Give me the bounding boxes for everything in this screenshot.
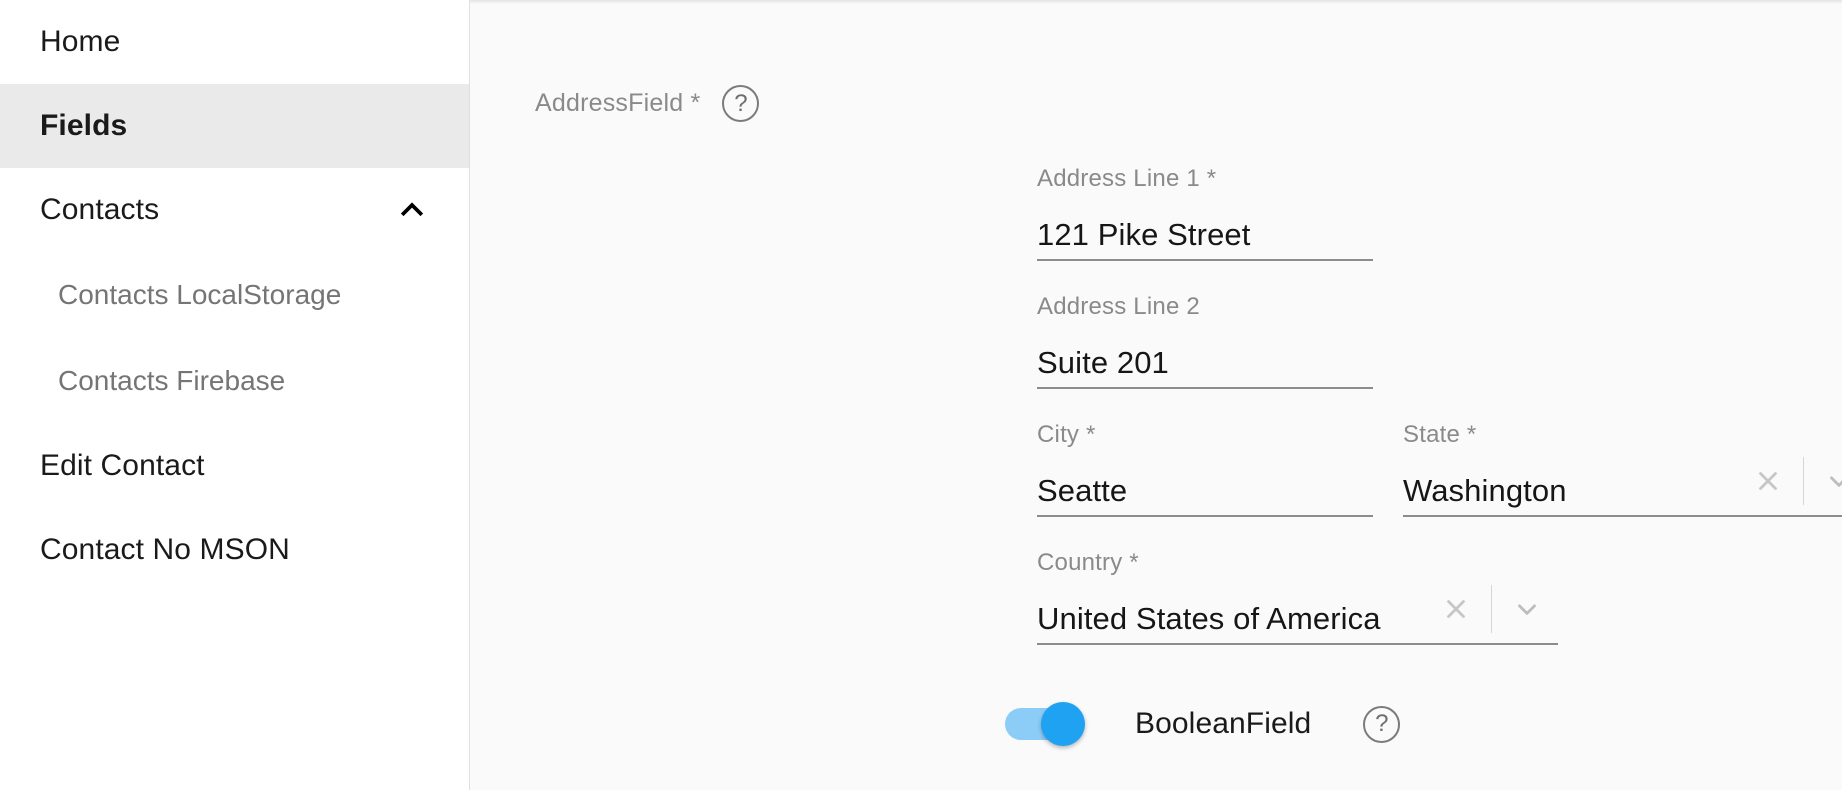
input-underline	[1037, 259, 1373, 261]
sidebar-item-contact-no-mson[interactable]: Contact No MSON	[0, 508, 469, 592]
boolean-field-label: BooleanField	[1135, 707, 1311, 741]
toggle-thumb	[1041, 702, 1085, 746]
sidebar-item-edit-contact[interactable]: Edit Contact	[0, 424, 469, 508]
select-divider	[1803, 457, 1804, 505]
field-label: City *	[1037, 421, 1373, 449]
app-root: Home Fields Contacts Contacts LocalStora…	[0, 0, 1842, 790]
chevron-down-icon[interactable]	[1822, 464, 1842, 498]
chevron-up-icon[interactable]	[395, 193, 429, 227]
field-value: 121 Pike Street	[1037, 216, 1250, 261]
chevron-down-icon[interactable]	[1510, 592, 1544, 626]
select-divider	[1491, 585, 1492, 633]
sidebar-item-contacts-firebase[interactable]: Contacts Firebase	[0, 338, 469, 424]
field-label: Country *	[1037, 549, 1558, 577]
field-city: City * Seatte	[1037, 421, 1373, 517]
boolean-field-toggle[interactable]	[1005, 700, 1087, 748]
country-select-controls	[1439, 585, 1544, 633]
sidebar-item-label: Contacts LocalStorage	[58, 279, 341, 311]
input-underline	[1037, 515, 1373, 517]
field-address-line-2: Address Line 2 Suite 201	[1037, 293, 1373, 389]
sidebar-item-contacts-localstorage[interactable]: Contacts LocalStorage	[0, 252, 469, 338]
main-content: AddressField * ? Address Line 1 * 121 Pi…	[470, 0, 1842, 790]
help-circle-icon[interactable]: ?	[1363, 706, 1400, 743]
sidebar-item-label: Contacts	[40, 193, 159, 227]
input-underline	[1037, 643, 1558, 645]
sidebar-item-label: Contacts Firebase	[58, 365, 285, 397]
field-value: Seatte	[1037, 472, 1127, 517]
field-value: United States of America	[1037, 600, 1381, 645]
country-select[interactable]: United States of America	[1037, 585, 1558, 645]
field-value: Washington	[1403, 472, 1567, 517]
input-underline	[1037, 387, 1373, 389]
address-line-2-input[interactable]: Suite 201	[1037, 329, 1373, 389]
state-select-controls	[1751, 457, 1842, 505]
sidebar-item-home[interactable]: Home	[0, 0, 469, 84]
sidebar-item-label: Fields	[40, 109, 127, 143]
boolean-field-row: BooleanField ?	[1005, 700, 1400, 748]
sidebar-item-fields[interactable]: Fields	[0, 84, 469, 168]
address-form: Address Line 1 * 121 Pike Street Address…	[470, 0, 1842, 790]
close-icon[interactable]	[1439, 592, 1473, 626]
field-state: State * Washington	[1403, 421, 1842, 517]
input-underline	[1403, 515, 1842, 517]
field-country: Country * United States of America	[1037, 549, 1558, 645]
sidebar-item-contacts[interactable]: Contacts	[0, 168, 469, 252]
field-value: Suite 201	[1037, 344, 1169, 389]
field-address-line-1: Address Line 1 * 121 Pike Street	[1037, 165, 1373, 261]
sidebar-item-label: Home	[40, 25, 120, 59]
field-label: State *	[1403, 421, 1842, 449]
state-select[interactable]: Washington	[1403, 457, 1842, 517]
sidebar-item-label: Edit Contact	[40, 449, 205, 483]
city-input[interactable]: Seatte	[1037, 457, 1373, 517]
close-icon[interactable]	[1751, 464, 1785, 498]
address-line-1-input[interactable]: 121 Pike Street	[1037, 201, 1373, 261]
field-label: Address Line 1 *	[1037, 165, 1373, 193]
field-label: Address Line 2	[1037, 293, 1373, 321]
sidebar: Home Fields Contacts Contacts LocalStora…	[0, 0, 470, 790]
sidebar-item-label: Contact No MSON	[40, 533, 290, 567]
